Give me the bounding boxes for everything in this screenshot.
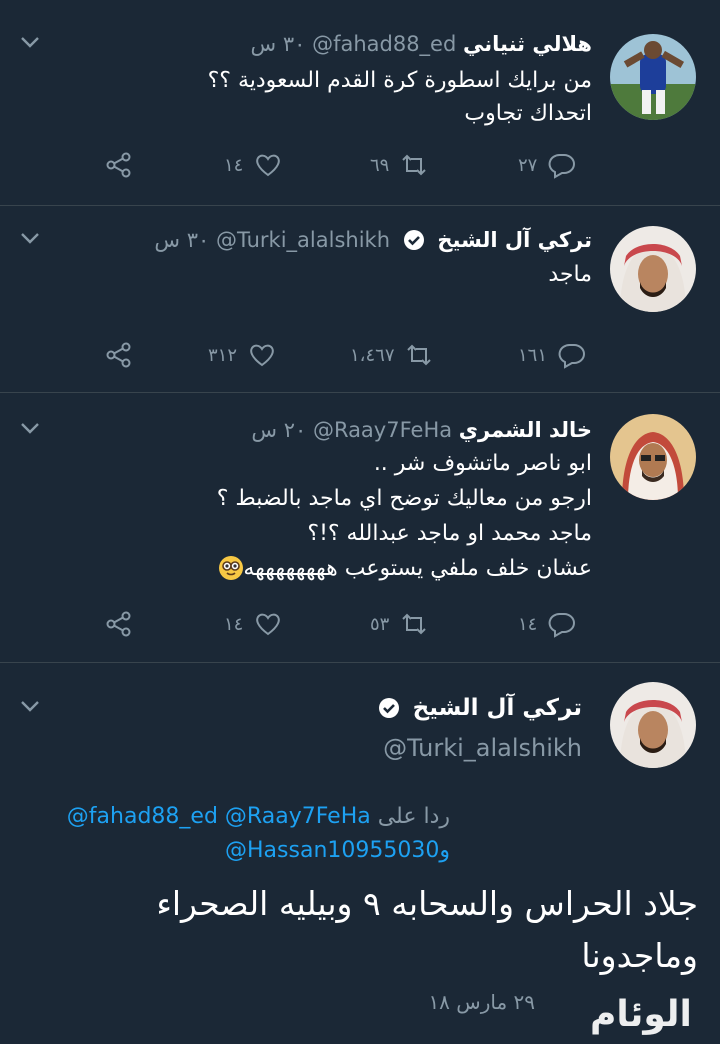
author-name[interactable]: تركي آل الشيخ: [413, 695, 582, 721]
tweet-time: ٣٠ س: [250, 32, 306, 56]
reply-button[interactable]: ٢٧: [518, 148, 577, 182]
heart-icon: [256, 154, 281, 177]
nerd-face-emoji-icon: [219, 556, 244, 580]
heart-icon: [256, 613, 281, 636]
verified-badge-icon: [403, 230, 424, 250]
tweet-line: ارجو من معاليك توضح اي ماجد بالضبط ؟: [216, 486, 592, 511]
tweet-actions: ١٤ ٥٣ ١٤: [0, 607, 720, 641]
chevron-down-icon[interactable]: [18, 694, 42, 718]
share-button[interactable]: [104, 607, 134, 641]
avatar[interactable]: [610, 34, 696, 120]
reply-button[interactable]: ١٤: [518, 607, 577, 641]
tweet-line: اتحداك تجاوب: [464, 101, 592, 126]
reply-count: ١٦١: [518, 344, 548, 366]
like-count: ١٤: [224, 613, 244, 635]
main-tweet-header: تركي آل الشيخ: [372, 694, 582, 722]
tweet-text: ابو ناصر ماتشوف شر .. ارجو من معاليك توض…: [152, 446, 592, 586]
mention-link[interactable]: @fahad88_ed: [67, 804, 218, 829]
reply-count: ٢٧: [518, 154, 538, 176]
tweet-actions: ٣١٢ ١،٤٦٧ ١٦١: [0, 338, 720, 372]
chevron-down-icon[interactable]: [18, 416, 42, 440]
retweet-count: ٥٣: [370, 613, 390, 635]
main-tweet-text: جلاد الحراس والسحابه ٩ وبيليه الصحراء وم…: [18, 878, 698, 982]
retweet-icon: [407, 344, 432, 366]
tweet-line-with-emoji: عشان خلف ملفي يستوعب ههههههههه: [152, 551, 592, 586]
retweet-icon: [402, 154, 427, 176]
tweet-line: عشان خلف ملفي يستوعب ههههههههه: [243, 556, 592, 581]
like-button[interactable]: ١٤: [224, 148, 283, 182]
main-tweet-line: وماجدونا: [581, 936, 698, 975]
share-icon: [106, 152, 131, 178]
author-name[interactable]: هلالي ثنياني: [463, 32, 592, 56]
divider: [0, 205, 720, 206]
author-handle[interactable]: @Turki_alalshikh: [383, 734, 582, 762]
author-handle[interactable]: @Turki_alalshikh: [216, 228, 390, 252]
tweet-line: من برايك اسطورة كرة القدم السعودية ؟؟: [207, 68, 592, 93]
tweet-date: ٢٩ مارس ١٨: [428, 990, 535, 1014]
tweet-header: خالد الشمري @Raay7FeHa ٢٠ س: [251, 416, 592, 444]
tweet-time: ٢٠ س: [251, 418, 307, 442]
mention-link[interactable]: @Hassan10955030: [225, 838, 439, 863]
retweet-button[interactable]: ٥٣: [370, 607, 429, 641]
like-button[interactable]: ١٤: [224, 607, 283, 641]
share-icon: [106, 611, 131, 637]
author-handle[interactable]: @fahad88_ed: [312, 32, 456, 56]
avatar[interactable]: [610, 414, 696, 500]
like-button[interactable]: ٣١٢: [208, 338, 277, 372]
retweet-button[interactable]: ١،٤٦٧: [350, 338, 434, 372]
watermark-logo: الوئام: [590, 994, 693, 1035]
reply-icon: [558, 343, 586, 369]
reply-icon: [548, 612, 576, 638]
divider: [0, 392, 720, 393]
reply-count: ١٤: [518, 613, 538, 635]
share-button[interactable]: [104, 148, 134, 182]
like-count: ١٤: [224, 154, 244, 176]
tweet-line: ابو ناصر ماتشوف شر ..: [373, 451, 592, 476]
chevron-down-icon[interactable]: [18, 30, 42, 54]
tweet-actions: ١٤ ٦٩ ٢٧: [0, 148, 720, 182]
reply-context: ردا على @fahad88_ed @Raay7FeHa و@Hassan1…: [20, 800, 450, 868]
retweet-button[interactable]: ٦٩: [370, 148, 429, 182]
like-count: ٣١٢: [208, 344, 238, 366]
author-name[interactable]: تركي آل الشيخ: [437, 228, 592, 252]
divider: [0, 662, 720, 663]
main-tweet-line: جلاد الحراس والسحابه ٩ وبيليه الصحراء: [156, 884, 698, 923]
share-icon: [106, 342, 131, 368]
retweet-count: ١،٤٦٧: [350, 344, 395, 366]
tweet-line: ماجد محمد او ماجد عبدالله ؟!؟: [307, 521, 592, 546]
chevron-down-icon[interactable]: [18, 226, 42, 250]
author-handle[interactable]: @Raay7FeHa: [313, 418, 452, 442]
retweet-icon: [402, 613, 427, 635]
share-button[interactable]: [104, 338, 134, 372]
reply-icon: [548, 153, 576, 179]
reply-prefix: ردا على: [377, 804, 450, 829]
tweet-header: تركي آل الشيخ @Turki_alalshikh ٣٠ س: [154, 226, 592, 254]
tweet-time: ٣٠ س: [154, 228, 210, 252]
retweet-count: ٦٩: [370, 154, 390, 176]
heart-icon: [250, 344, 274, 367]
reply-button[interactable]: ١٦١: [518, 338, 587, 372]
avatar[interactable]: [610, 226, 696, 312]
tweet-header: هلالي ثنياني @fahad88_ed ٣٠ س: [251, 30, 593, 58]
tweet-text: ماجد: [152, 258, 592, 291]
tweet-line: ماجد: [548, 262, 592, 287]
and-connector: و: [439, 838, 450, 863]
avatar[interactable]: [610, 682, 696, 768]
mention-link[interactable]: @Raay7FeHa: [225, 804, 371, 829]
tweet-text: من برايك اسطورة كرة القدم السعودية ؟؟ ات…: [152, 64, 592, 130]
author-name[interactable]: خالد الشمري: [459, 418, 592, 442]
verified-badge-icon: [378, 698, 399, 718]
